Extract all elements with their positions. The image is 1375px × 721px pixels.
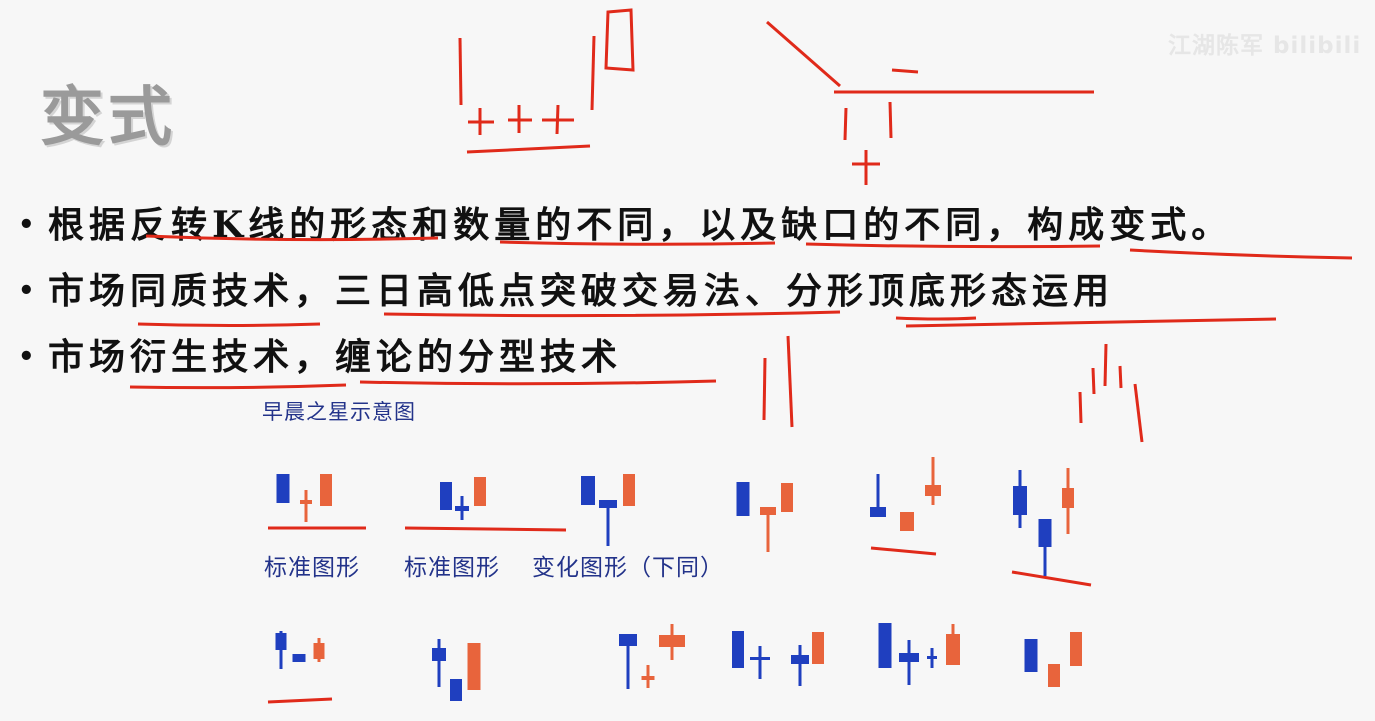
- candle-body: [1062, 488, 1074, 508]
- candlestick: [313, 638, 325, 662]
- candle-body: [736, 482, 750, 516]
- candlestick: [659, 624, 685, 660]
- candle-body: [450, 679, 462, 701]
- candlestick: [1048, 664, 1060, 687]
- candlestick: [732, 631, 744, 668]
- candlestick: [432, 639, 446, 687]
- candlestick: [619, 634, 637, 689]
- candlestick: [1013, 470, 1027, 528]
- candlestick: [760, 507, 776, 552]
- candlestick: [791, 645, 809, 686]
- candlestick: [736, 482, 750, 516]
- candle-body: [474, 477, 486, 506]
- candlestick: [599, 500, 617, 546]
- candle-body: [313, 643, 325, 659]
- candlestick: [300, 490, 312, 522]
- candlestick: [474, 477, 486, 506]
- candle-body: [750, 657, 770, 660]
- candle-body: [300, 500, 312, 504]
- candle-body: [946, 634, 960, 665]
- candle-body: [925, 485, 941, 496]
- candlestick: [899, 640, 919, 685]
- candlestick: [1038, 519, 1052, 576]
- candle-body: [275, 633, 287, 650]
- candlestick: [781, 483, 793, 512]
- candlestick: [1062, 468, 1074, 534]
- candle-body: [870, 507, 886, 517]
- handdrawn-underlines: [129, 234, 1353, 390]
- candle-body: [276, 474, 290, 503]
- candle-body: [899, 653, 919, 662]
- annotation-layer: [129, 8, 1353, 704]
- candlestick: [750, 646, 770, 679]
- candle-body: [320, 474, 332, 506]
- candle-body: [581, 476, 595, 505]
- candlestick: [925, 457, 941, 505]
- candlestick: [927, 648, 937, 668]
- candle-body: [732, 631, 744, 668]
- candle-body: [659, 635, 685, 647]
- candle-body: [619, 634, 637, 646]
- candlestick: [900, 512, 914, 531]
- candle-body: [467, 643, 481, 690]
- handdrawn-sketch-left: [458, 8, 635, 154]
- candle-body: [455, 506, 469, 511]
- candlestick: [467, 643, 481, 690]
- candlestick: [623, 474, 635, 506]
- candle-body: [599, 500, 617, 508]
- candle-body: [1070, 632, 1082, 666]
- candlestick: [812, 632, 824, 664]
- candle-body: [292, 654, 306, 662]
- candlestick: [581, 476, 595, 505]
- candle-body: [878, 623, 892, 668]
- candle-body: [623, 474, 635, 506]
- candlestick: [292, 654, 306, 662]
- candlestick: [275, 631, 287, 669]
- candle-body: [812, 632, 824, 664]
- candlestick: [320, 474, 332, 506]
- candlestick-diagrams: [275, 457, 1082, 701]
- candle-body: [900, 512, 914, 531]
- candlestick: [1070, 632, 1082, 666]
- candle-body: [641, 676, 655, 680]
- candlestick: [641, 665, 655, 688]
- candle-body: [781, 483, 793, 512]
- candle-body: [440, 482, 452, 510]
- candlestick: [878, 623, 892, 668]
- candle-body: [1038, 519, 1052, 547]
- slide: 变式 江湖陈军 bilibili • 根据反转K线的形态和数量的不同，以及缺口的不…: [0, 0, 1375, 721]
- candle-body: [791, 655, 809, 664]
- candlestick: [1024, 639, 1038, 672]
- candle-body: [927, 656, 937, 659]
- candlestick: [450, 679, 462, 701]
- candlestick: [276, 474, 290, 503]
- candle-body: [760, 507, 776, 515]
- candle-body: [1024, 639, 1038, 672]
- candle-body: [1013, 486, 1027, 515]
- candlestick: [455, 496, 469, 520]
- candlestick: [870, 474, 886, 517]
- candle-body: [1048, 664, 1060, 687]
- candlestick: [946, 624, 960, 665]
- handdrawn-marks: [267, 335, 1144, 704]
- candlestick: [440, 482, 452, 510]
- handdrawn-sketch-right: [766, 20, 1094, 185]
- candle-body: [432, 648, 446, 661]
